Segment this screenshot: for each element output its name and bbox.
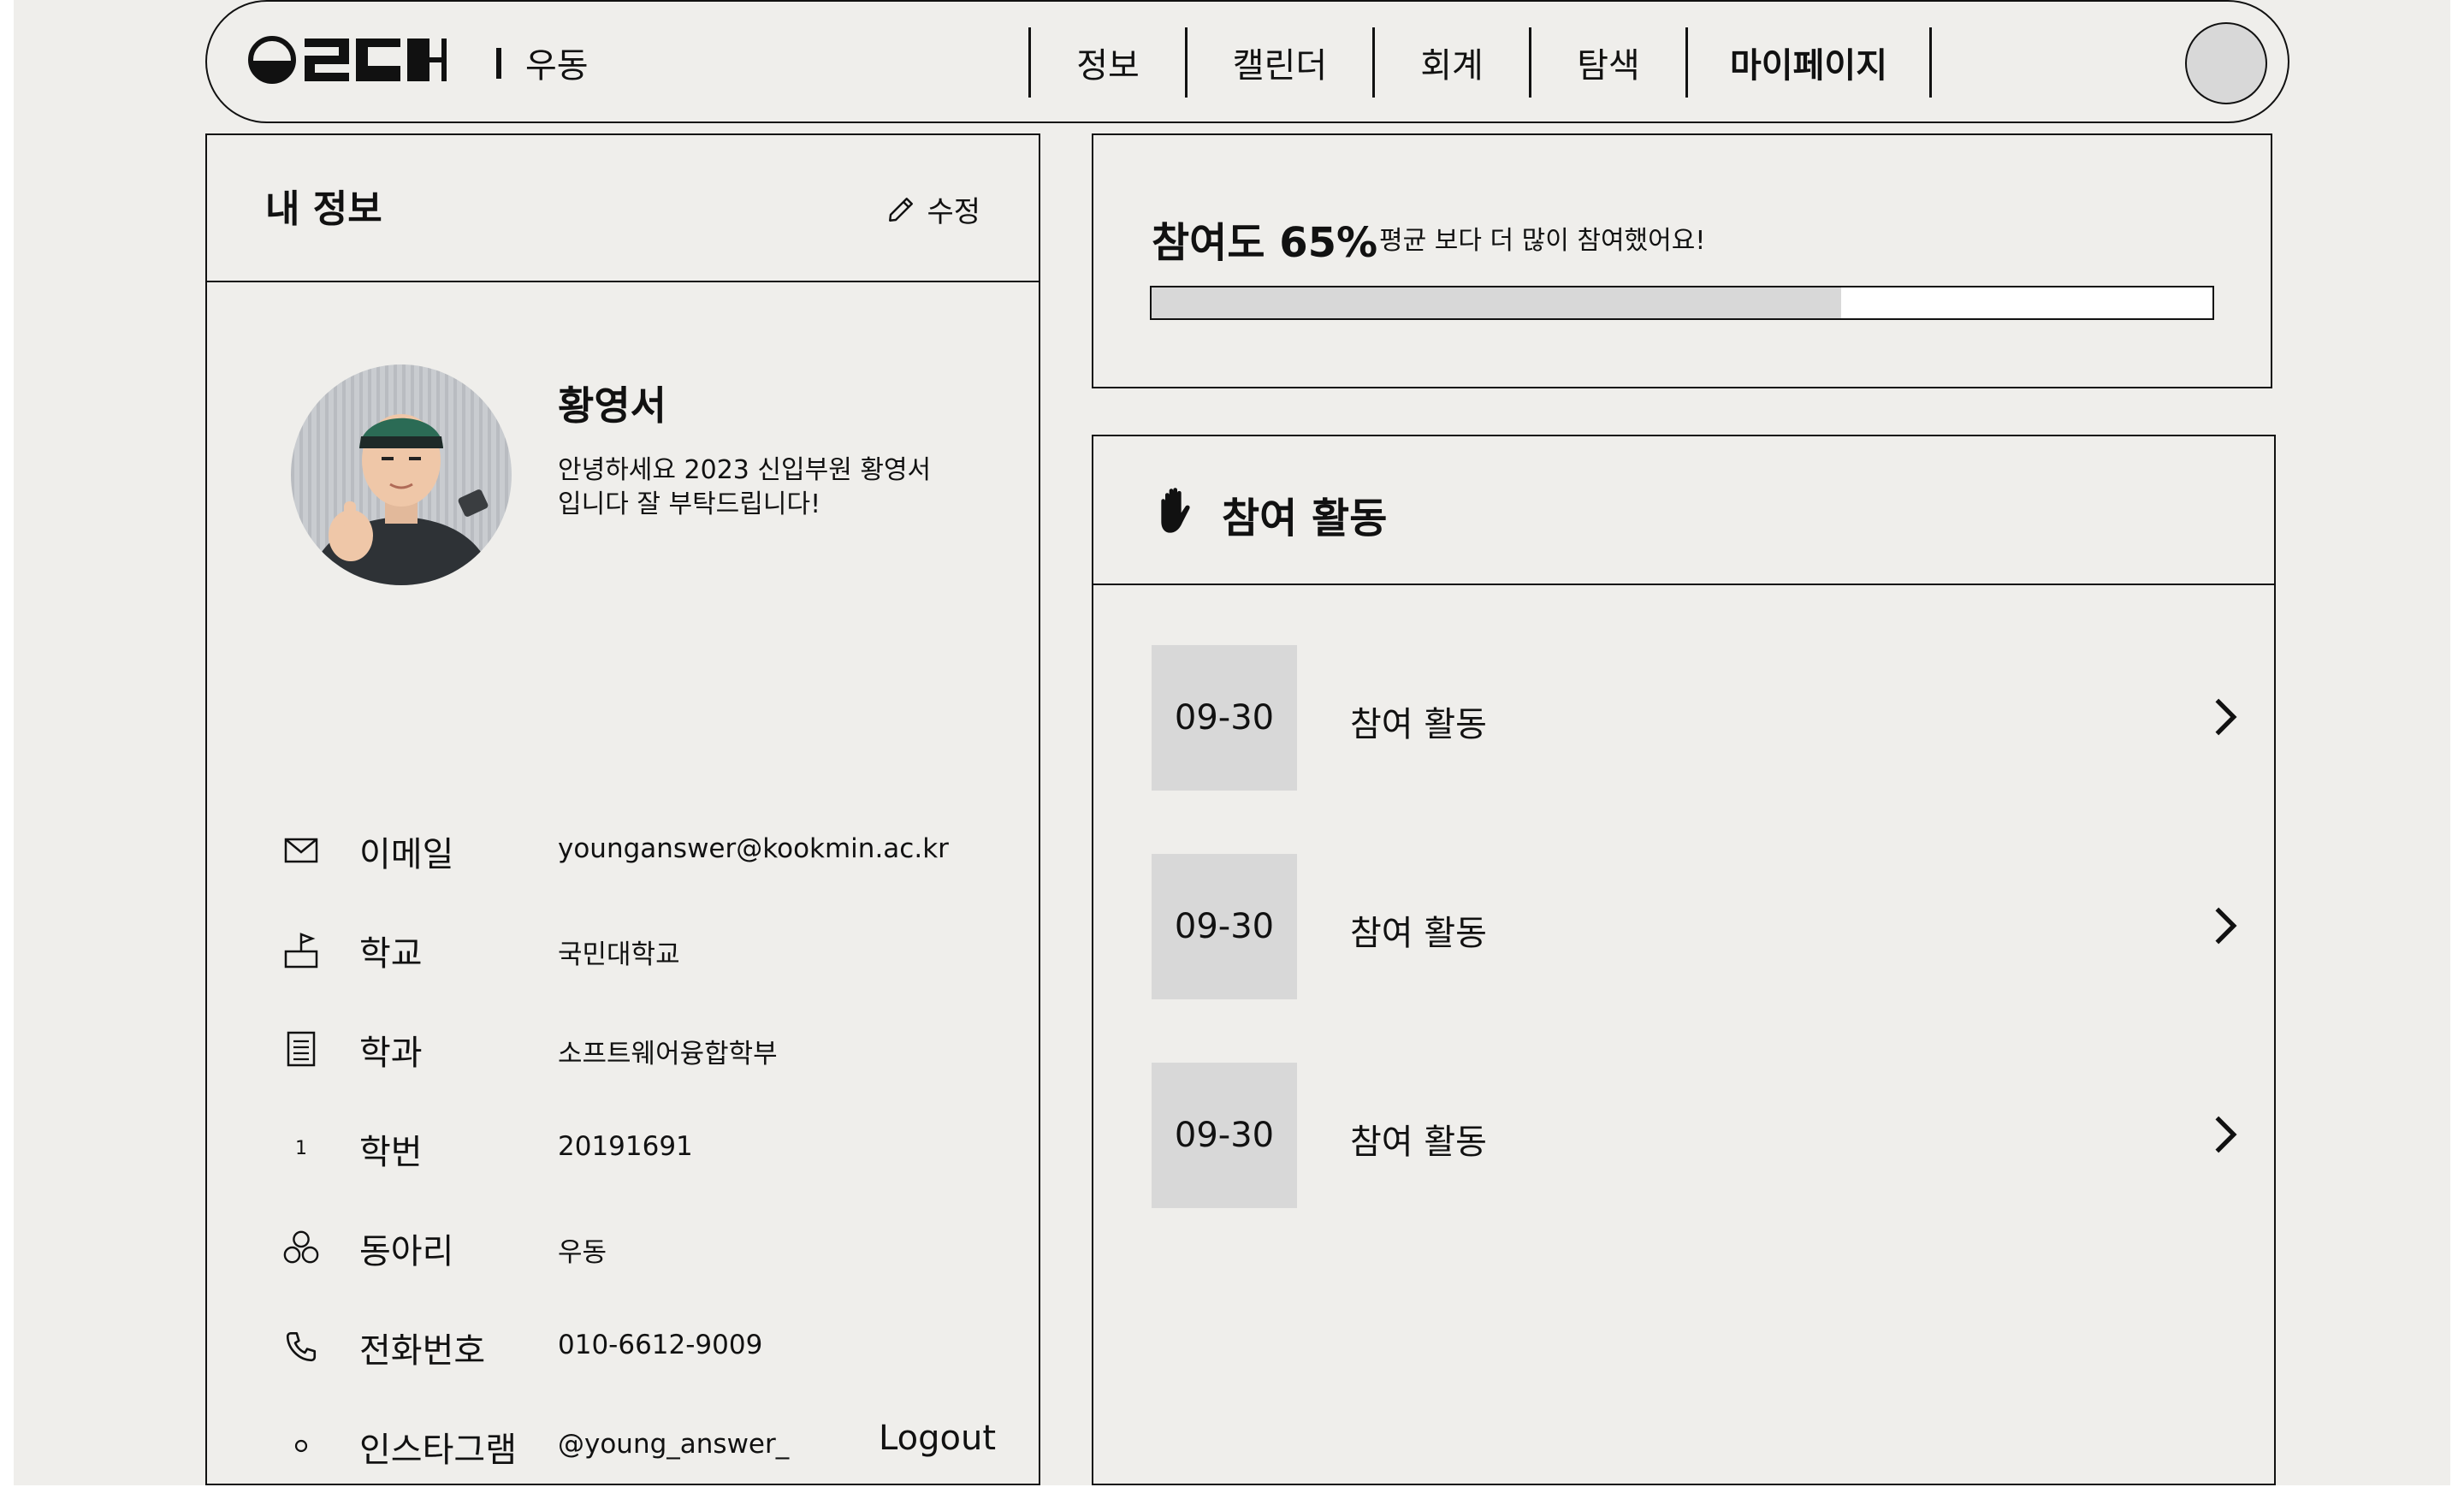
activity-item[interactable]: 09-30 참여 활동 (1152, 854, 2247, 999)
school-icon (282, 931, 320, 969)
activity-label: 참여 활동 (1350, 914, 1487, 953)
profile-panel-header: 내 정보 수정 (207, 135, 1039, 282)
activity-date: 09-30 (1152, 645, 1297, 791)
participation-subtitle: 평균 보다 더 많이 참여했어요! (1379, 226, 1706, 256)
nav-item-accounting[interactable]: 회계 (1375, 27, 1529, 98)
info-label: 이메일 (359, 835, 454, 874)
info-label: 학교 (359, 934, 423, 974)
activity-item[interactable]: 09-30 참여 활동 (1152, 645, 2247, 791)
nav-item-explore[interactable]: 탐색 (1531, 27, 1685, 98)
circle-icon (282, 1427, 320, 1465)
info-label: 학번 (359, 1133, 423, 1172)
activity-item[interactable]: 09-30 참여 활동 (1152, 1063, 2247, 1208)
info-label: 인스타그램 (359, 1431, 517, 1470)
info-value-school: 국민대학교 (558, 939, 680, 970)
logo[interactable] (248, 36, 453, 84)
info-row-club: 동아리 우동 (207, 1217, 1039, 1277)
logo-icon (248, 36, 447, 84)
nav-divider (1929, 27, 1932, 98)
nav-item-calendar[interactable]: 캘린더 (1188, 27, 1372, 98)
top-nav-bar: 우동 정보 캘린더 회계 탐색 마이페이지 (205, 0, 2289, 123)
main-nav: 정보 캘린더 회계 탐색 마이페이지 (1028, 27, 1932, 98)
info-label: 학과 (359, 1034, 423, 1073)
mail-icon (282, 832, 320, 869)
info-label: 전화번호 (359, 1331, 486, 1371)
profile-intro-line-2: 입니다 잘 부탁드립니다! (558, 489, 821, 519)
info-value-student-id: 20191691 (558, 1131, 693, 1162)
participation-title: 참여도 65% (1152, 219, 1378, 267)
activities-panel: 참여 활동 09-30 참여 활동 09-30 참여 활동 09-30 참여 활… (1092, 435, 2276, 1485)
info-row-student-id: 1 학번 20191691 (207, 1117, 1039, 1177)
document-icon (282, 1030, 320, 1068)
info-value-phone: 010-6612-9009 (558, 1330, 763, 1360)
chevron-right-icon[interactable] (2202, 695, 2247, 739)
info-value-department: 소프트웨어융합학부 (558, 1039, 778, 1069)
profile-intro-line-1: 안녕하세요 2023 신입부원 황영서 (558, 455, 932, 485)
profile-photo-image (291, 364, 512, 585)
profile-intro: 안녕하세요 2023 신입부원 황영서 입니다 잘 부탁드립니다! (558, 453, 986, 522)
activity-date: 09-30 (1152, 1063, 1297, 1208)
activities-title: 참여 활동 (1222, 495, 1388, 542)
profile-section-title: 내 정보 (265, 187, 382, 231)
info-row-department: 학과 소프트웨어융합학부 (207, 1018, 1039, 1078)
nav-item-mypage[interactable]: 마이페이지 (1688, 27, 1929, 98)
activity-label: 참여 활동 (1350, 1123, 1487, 1162)
chevron-right-icon[interactable] (2202, 1112, 2247, 1157)
activity-date: 09-30 (1152, 854, 1297, 999)
info-row-school: 학교 국민대학교 (207, 919, 1039, 979)
nav-item-info[interactable]: 정보 (1031, 27, 1185, 98)
edit-label: 수정 (927, 195, 980, 229)
info-row-phone: 전화번호 010-6612-9009 (207, 1316, 1039, 1376)
activity-label: 참여 활동 (1350, 705, 1487, 744)
profile-name: 황영서 (558, 382, 666, 429)
info-row-email: 이메일 younganswer@kookmin.ac.kr (207, 820, 1039, 880)
hand-icon (1161, 488, 1190, 533)
activities-header: 참여 활동 (1093, 436, 2274, 585)
number-icon: 1 (295, 1137, 307, 1159)
chevron-right-icon[interactable] (2202, 904, 2247, 948)
profile-photo (291, 364, 512, 585)
phone-icon (282, 1328, 320, 1366)
participation-panel: 참여도 65% 평균 보다 더 많이 참여했어요! (1092, 133, 2272, 388)
info-label: 동아리 (359, 1232, 454, 1271)
pencil-icon (889, 197, 914, 222)
participation-progress-bar (1150, 286, 2214, 320)
club-name: 우동 (525, 46, 589, 86)
participation-progress-fill (1152, 287, 1841, 318)
info-value-club: 우동 (558, 1237, 607, 1268)
user-avatar-button[interactable] (2185, 22, 2267, 104)
profile-panel: 내 정보 수정 황영서 안녕하세요 2023 신입부원 황영서 입니다 잘 부탁… (205, 133, 1040, 1485)
logout-button[interactable]: Logout (879, 1419, 996, 1458)
info-value-instagram: @young_answer_ (558, 1429, 790, 1460)
info-value-email: younganswer@kookmin.ac.kr (558, 833, 949, 864)
logo-divider (496, 48, 501, 79)
edit-profile-button[interactable]: 수정 (886, 188, 980, 230)
group-icon (282, 1229, 320, 1266)
page: 우동 정보 캘린더 회계 탐색 마이페이지 내 정보 수정 황영서 안녕하세요 … (14, 0, 2450, 1485)
